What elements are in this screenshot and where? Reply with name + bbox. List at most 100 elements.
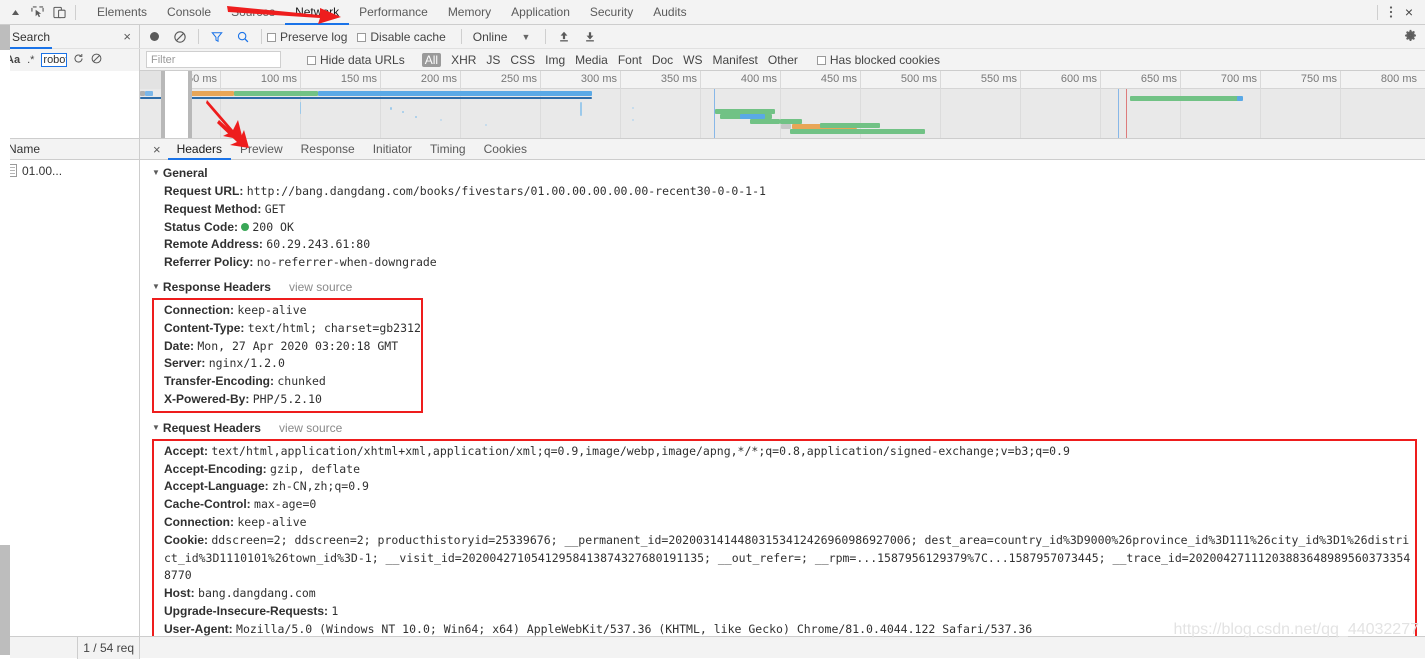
preserve-log-checkbox[interactable]: Preserve log [267, 30, 347, 44]
general-value: 60.29.243.61:80 [266, 237, 371, 252]
search-icon[interactable] [237, 31, 249, 43]
throttling-select[interactable]: Online [473, 30, 508, 44]
response-header-key: Server: [164, 356, 206, 371]
tab-sources[interactable]: Sources [221, 0, 285, 25]
request-view-source-link[interactable]: view source [279, 421, 342, 435]
toolbar-divider-right [1376, 4, 1378, 20]
filter-toolbar-row: Aa .* robot Filter Hide data URLs All XH… [0, 49, 1425, 71]
response-header-key: Date: [164, 338, 195, 353]
filter-icon[interactable] [211, 31, 223, 43]
disable-cache-checkbox[interactable]: Disable cache [357, 30, 446, 44]
request-header-value: gzip, deflate [270, 461, 361, 476]
general-key: Referrer Policy: [164, 255, 254, 270]
preserve-log-box[interactable] [267, 32, 276, 42]
request-detail-tabs: × Headers Preview Response Initiator Tim… [140, 139, 1425, 160]
filter-type-font[interactable]: Font [618, 53, 642, 67]
detail-tab-response[interactable]: Response [292, 139, 364, 160]
filter-type-all[interactable]: All [421, 52, 442, 67]
toolbar-divider-1 [198, 29, 199, 44]
filter-type-css[interactable]: CSS [510, 53, 535, 67]
filter-type-manifest[interactable]: Manifest [713, 53, 758, 67]
upload-har-icon[interactable] [558, 30, 570, 43]
page-scrollbar-thumb-top[interactable] [0, 25, 10, 50]
request-header-value: Mozilla/5.0 (Windows NT 10.0; Win64; x64… [236, 621, 1033, 636]
overview-window-handle-left[interactable] [161, 89, 165, 138]
search-panel-header-wrap: Search × [0, 25, 140, 49]
request-headers-section-title[interactable]: ▼ Request Headers view source [140, 413, 1425, 438]
ruler-tick: 800 ms [1380, 73, 1417, 85]
clear-search-icon[interactable] [91, 53, 102, 67]
request-row[interactable]: 01.00... [0, 160, 139, 181]
search-input[interactable]: robot [41, 53, 68, 67]
filter-type-doc[interactable]: Doc [652, 53, 673, 67]
collapse-triangle-icon[interactable] [4, 2, 26, 22]
response-headers-section-title[interactable]: ▼ Response Headers view source [140, 272, 1425, 297]
request-headers-annotation-box: Accept: text/html,application/xhtml+xml,… [152, 438, 1417, 636]
has-blocked-cookies-checkbox[interactable]: Has blocked cookies [816, 53, 940, 67]
toolbar-divider-4 [545, 29, 547, 44]
filter-type-ws[interactable]: WS [683, 53, 702, 67]
page-scrollbar-thumb[interactable] [0, 545, 10, 655]
chevron-down-icon[interactable]: ▼ [521, 32, 530, 42]
overview-selection-window[interactable] [165, 89, 188, 138]
filter-type-js[interactable]: JS [486, 53, 500, 67]
tab-console[interactable]: Console [157, 0, 221, 25]
general-value[interactable]: http://bang.dangdang.com/books/fivestars… [247, 184, 766, 198]
detail-tab-headers[interactable]: Headers [168, 139, 231, 160]
response-header-value: nginx/1.2.0 [208, 356, 285, 371]
general-section-title[interactable]: ▼ General [140, 163, 1425, 183]
response-headers-title-label: Response Headers [162, 279, 271, 294]
refresh-icon[interactable] [73, 53, 84, 67]
record-icon[interactable] [150, 32, 159, 41]
filter-type-media[interactable]: Media [575, 53, 608, 67]
filter-type-img[interactable]: Img [545, 53, 565, 67]
overview-ruler: 50 ms 100 ms 150 ms 200 ms 250 ms 300 ms… [140, 71, 1425, 89]
close-icon[interactable]: × [1399, 4, 1419, 20]
filter-type-other[interactable]: Other [768, 53, 798, 67]
ruler-tick: 650 ms [1140, 73, 1177, 85]
response-view-source-link[interactable]: view source [289, 280, 352, 294]
inspect-element-icon[interactable] [26, 2, 48, 22]
tab-security[interactable]: Security [580, 0, 643, 25]
kebab-menu-icon[interactable] [1383, 5, 1399, 20]
filter-input[interactable]: Filter [146, 51, 281, 68]
detail-tab-initiator[interactable]: Initiator [364, 139, 421, 160]
ruler-tick: 250 ms [500, 73, 537, 85]
request-header-item: Accept: text/html,application/xhtml+xml,… [164, 443, 1415, 461]
overview-timeline[interactable]: 50 ms 100 ms 150 ms 200 ms 250 ms 300 ms… [140, 71, 1425, 138]
request-list-column-header[interactable]: Name [0, 139, 139, 160]
tab-network[interactable]: Network [285, 0, 349, 25]
hide-data-urls-checkbox[interactable]: Hide data URLs [307, 53, 405, 67]
overview-window-handle-right[interactable] [188, 89, 192, 138]
has-blocked-cookies-box[interactable] [816, 55, 826, 65]
clear-icon[interactable] [174, 30, 186, 43]
page-scrollbar-track[interactable] [0, 25, 10, 658]
network-status-bar: 1 / 54 req https://blog.csdn.net/qq_4403… [0, 621, 1425, 659]
toolbar-divider [75, 4, 76, 20]
response-header-value: keep-alive [237, 302, 307, 317]
tab-memory[interactable]: Memory [438, 0, 501, 25]
device-toolbar-icon[interactable] [48, 2, 70, 22]
regex-toggle[interactable]: .* [27, 54, 34, 66]
detail-tab-cookies[interactable]: Cookies [475, 139, 536, 160]
request-header-item: Accept-Encoding: gzip, deflate [164, 461, 1415, 479]
gear-icon[interactable] [1404, 29, 1417, 45]
devtools-menubar: Elements Console Sources Network Perform… [0, 0, 1425, 25]
request-header-value: bang.dangdang.com [198, 586, 316, 601]
tab-application[interactable]: Application [501, 0, 580, 25]
disable-cache-box[interactable] [357, 32, 367, 42]
tab-audits[interactable]: Audits [643, 0, 696, 25]
detail-close-icon[interactable]: × [146, 142, 168, 157]
search-panel-close-icon[interactable]: × [123, 29, 131, 44]
filter-type-xhr[interactable]: XHR [451, 53, 476, 67]
tab-performance[interactable]: Performance [349, 0, 438, 25]
detail-tab-timing[interactable]: Timing [421, 139, 475, 160]
request-header-value: ddscreen=2; ddscreen=2; producthistoryid… [164, 532, 1411, 583]
watermark-text: https://blog.csdn.net/qq_44032277 [1173, 620, 1419, 638]
detail-tab-preview[interactable]: Preview [231, 139, 292, 160]
ruler-tick: 750 ms [1300, 73, 1337, 85]
hide-data-urls-box[interactable] [307, 55, 316, 65]
download-har-icon[interactable] [584, 30, 596, 43]
tab-elements[interactable]: Elements [87, 0, 157, 25]
response-header-item: Server: nginx/1.2.0 [164, 355, 421, 373]
